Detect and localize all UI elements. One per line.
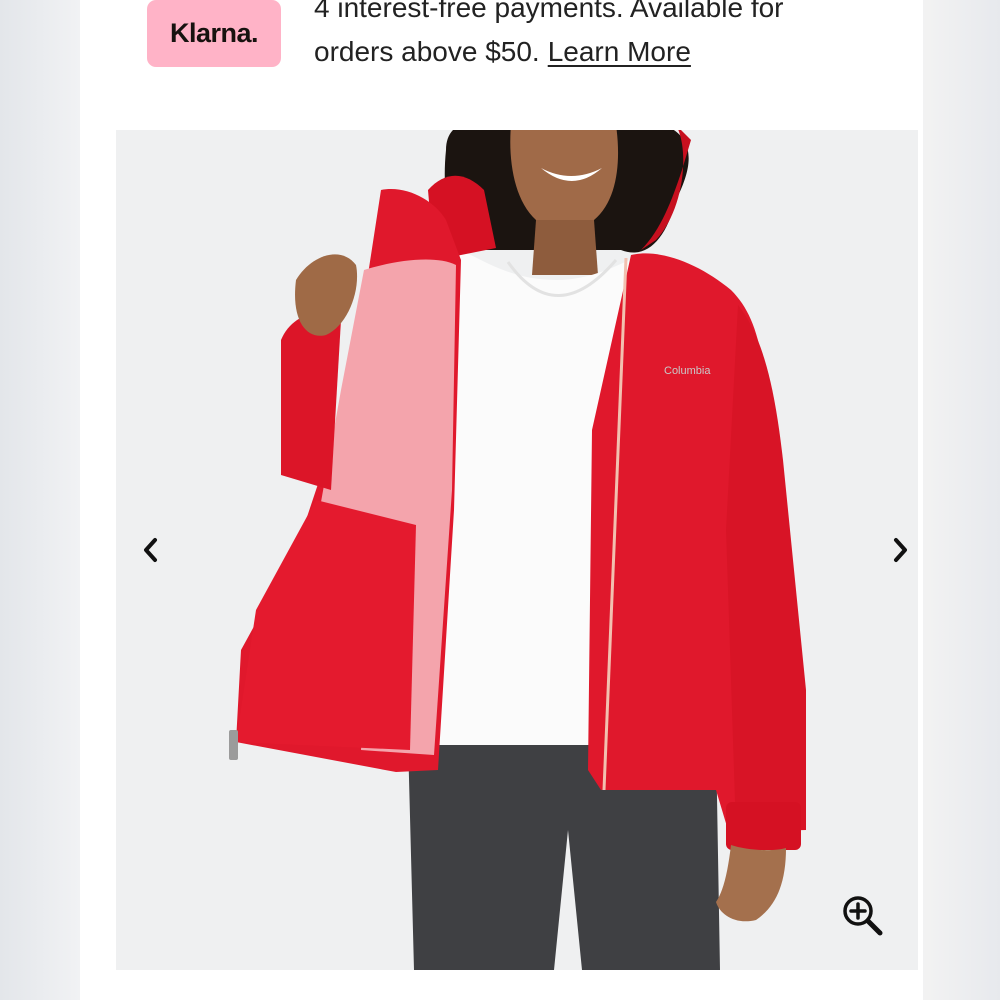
product-page: Klarna. 4 interest-free payments. Availa…: [80, 0, 923, 1000]
chevron-right-icon: [894, 538, 907, 562]
klarna-logo: Klarna.: [147, 0, 281, 67]
klarna-line-2-text: orders above $50.: [314, 36, 540, 67]
zoom-in-icon: [843, 896, 883, 936]
klarna-message: 4 interest-free payments. Available for …: [314, 0, 874, 74]
columbia-logo: Columbia: [664, 365, 711, 377]
zoom-button[interactable]: [839, 892, 887, 940]
klarna-line-1: 4 interest-free payments. Available for: [314, 0, 784, 23]
neck: [532, 220, 598, 275]
jacket-left-sleeve: [281, 312, 341, 490]
zipper-pull: [229, 730, 238, 760]
klarna-line-2: orders above $50. Learn More: [314, 30, 874, 74]
next-image-button[interactable]: [880, 530, 918, 570]
right-cuff: [726, 802, 801, 850]
product-image-gallery[interactable]: Columbia: [116, 130, 918, 970]
chevron-left-icon: [144, 538, 157, 562]
previous-image-button[interactable]: [131, 530, 171, 570]
klarna-banner: Klarna. 4 interest-free payments. Availa…: [147, 0, 867, 100]
product-photo: Columbia: [116, 130, 918, 970]
learn-more-link[interactable]: Learn More: [548, 36, 691, 67]
